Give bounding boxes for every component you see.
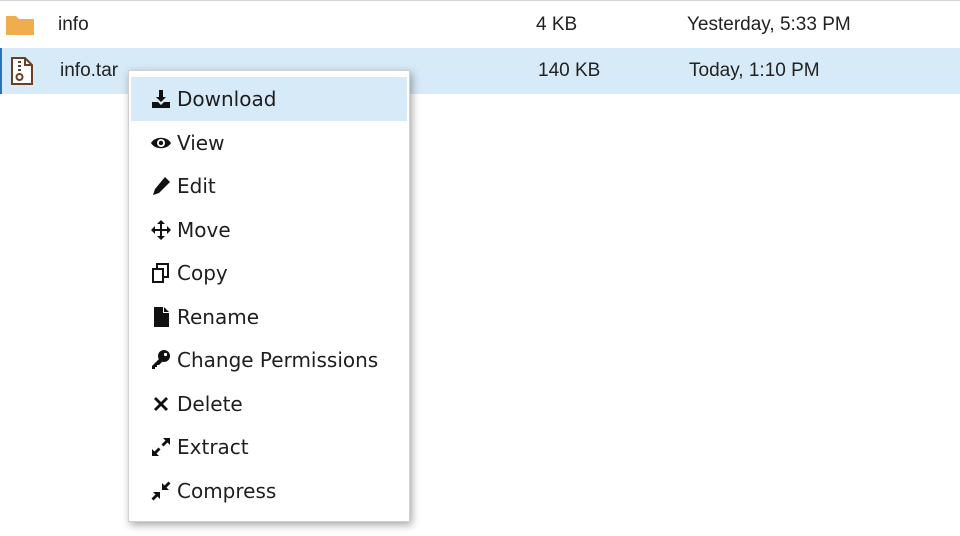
- file-name: info.tar: [60, 60, 119, 81]
- compress-icon: [149, 479, 173, 503]
- menu-item-label: Move: [177, 217, 231, 242]
- pencil-icon: [149, 174, 173, 198]
- move-arrows-icon: [149, 218, 173, 242]
- menu-item-label: Delete: [177, 391, 243, 416]
- menu-item-label: Compress: [177, 478, 277, 503]
- file-size: 140 KB: [538, 60, 601, 81]
- download-icon: [149, 87, 173, 111]
- menu-item-view[interactable]: View: [131, 121, 407, 165]
- menu-item-label: Rename: [177, 304, 260, 329]
- menu-item-move[interactable]: Move: [131, 208, 407, 252]
- menu-item-delete[interactable]: Delete: [131, 382, 407, 426]
- x-icon: [149, 392, 173, 416]
- key-icon: [149, 348, 173, 372]
- archive-file-icon: [7, 56, 37, 86]
- menu-item-label: Download: [177, 87, 277, 111]
- expand-icon: [149, 435, 173, 459]
- context-menu: Download View Edit Move Copy Rename Chan…: [128, 70, 410, 522]
- file-row-info[interactable]: info 4 KB Yesterday, 5:33 PM: [0, 2, 960, 48]
- menu-item-rename[interactable]: Rename: [131, 295, 407, 339]
- eye-icon: [149, 131, 173, 155]
- file-icon: [149, 305, 173, 329]
- menu-item-label: Copy: [177, 261, 228, 286]
- menu-item-edit[interactable]: Edit: [131, 165, 407, 209]
- menu-item-download[interactable]: Download: [131, 77, 407, 121]
- menu-item-extract[interactable]: Extract: [131, 426, 407, 470]
- menu-item-compress[interactable]: Compress: [131, 469, 407, 513]
- folder-icon: [5, 10, 35, 40]
- menu-item-change-permissions[interactable]: Change Permissions: [131, 339, 407, 383]
- menu-item-copy[interactable]: Copy: [131, 252, 407, 296]
- menu-item-label: Edit: [177, 174, 216, 199]
- file-modified: Yesterday, 5:33 PM: [687, 14, 851, 35]
- menu-item-label: Extract: [177, 435, 249, 460]
- menu-item-label: Change Permissions: [177, 348, 379, 373]
- menu-item-label: View: [177, 130, 225, 155]
- file-name: info: [58, 14, 89, 35]
- file-size: 4 KB: [536, 14, 578, 35]
- copy-icon: [149, 261, 173, 285]
- file-modified: Today, 1:10 PM: [689, 60, 820, 81]
